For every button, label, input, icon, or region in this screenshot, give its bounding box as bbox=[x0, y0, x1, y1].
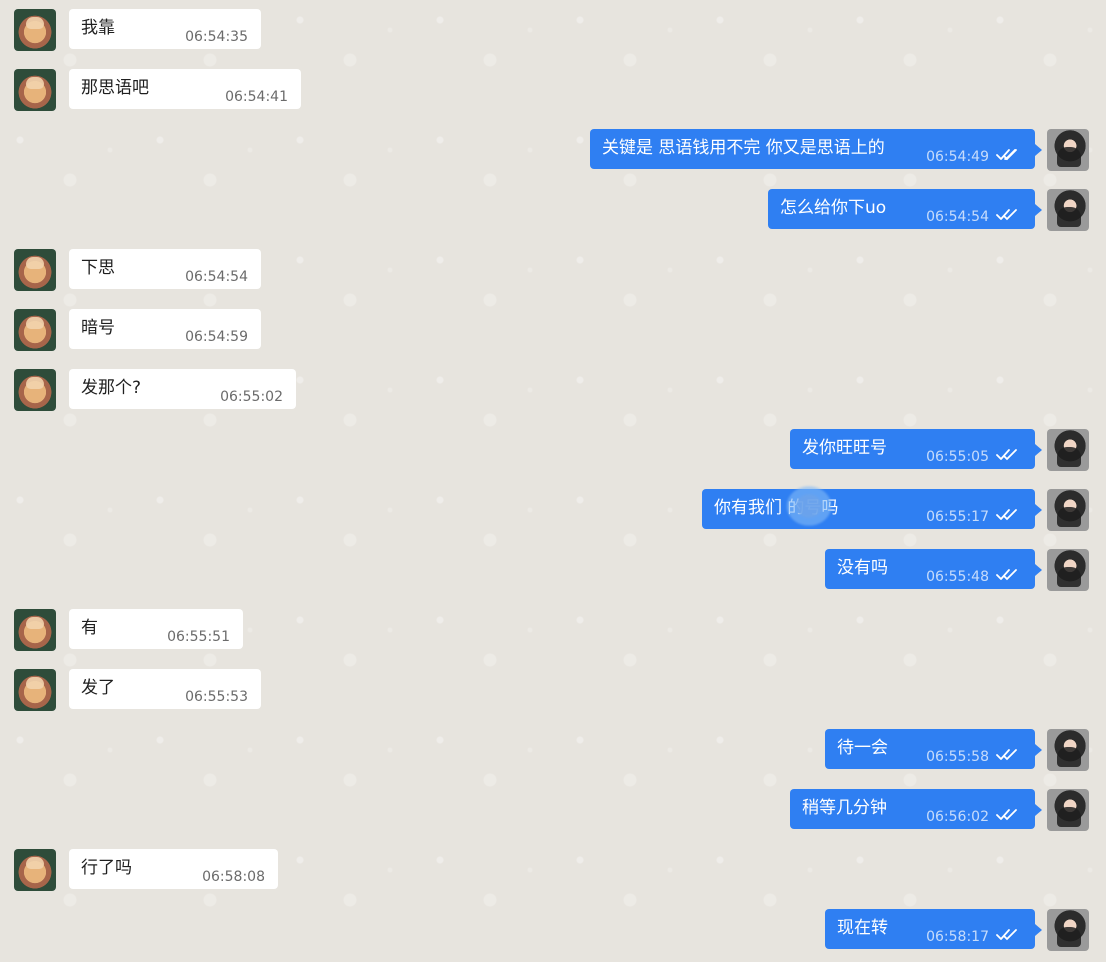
message-bubble-incoming[interactable]: 下思 06:54:54 bbox=[69, 249, 261, 289]
message-bubble-outgoing[interactable]: 怎么给你下uo 06:54:54 bbox=[768, 189, 1042, 229]
message-bubble-incoming[interactable]: 发了 06:55:53 bbox=[69, 669, 261, 709]
corgi-avatar[interactable] bbox=[14, 669, 56, 711]
message-timestamp: 06:55:51 bbox=[167, 629, 230, 645]
message-text: 我靠 bbox=[81, 18, 115, 38]
message-text: 现在转 bbox=[837, 918, 888, 938]
message-text: 发了 bbox=[81, 678, 115, 698]
message-row-incoming: 发了 06:55:53 bbox=[0, 669, 1106, 711]
message-row-incoming: 暗号 06:54:59 bbox=[0, 309, 1106, 351]
message-bubble-incoming[interactable]: 我靠 06:54:35 bbox=[69, 9, 261, 49]
woman-avatar[interactable] bbox=[1047, 429, 1089, 471]
message-row-outgoing: 没有吗 06:55:48 bbox=[0, 549, 1106, 591]
message-text: 暗号 bbox=[81, 318, 115, 338]
corgi-avatar[interactable] bbox=[14, 309, 56, 351]
message-timestamp: 06:55:58 bbox=[926, 749, 989, 765]
message-bubble-outgoing[interactable]: 关键是 思语钱用不完 你又是思语上的 06:54:49 bbox=[590, 129, 1042, 169]
message-bubble-outgoing[interactable]: 发你旺旺号 06:55:05 bbox=[790, 429, 1042, 469]
woman-avatar[interactable] bbox=[1047, 729, 1089, 771]
corgi-avatar[interactable] bbox=[14, 9, 56, 51]
message-row-outgoing: 待一会 06:55:58 bbox=[0, 729, 1106, 771]
message-timestamp: 06:54:54 bbox=[926, 209, 989, 225]
message-bubble-outgoing[interactable]: 你有我们 的号吗 06:55:17 bbox=[702, 483, 1042, 529]
message-text: 有 bbox=[81, 618, 98, 638]
message-row-incoming: 有 06:55:51 bbox=[0, 609, 1106, 651]
woman-avatar[interactable] bbox=[1047, 489, 1089, 531]
message-timestamp: 06:58:17 bbox=[926, 929, 989, 945]
message-text: 那思语吧 bbox=[81, 78, 149, 98]
corgi-avatar[interactable] bbox=[14, 69, 56, 111]
corgi-avatar[interactable] bbox=[14, 609, 56, 651]
message-bubble-incoming[interactable]: 有 06:55:51 bbox=[69, 609, 243, 649]
message-text: 没有吗 bbox=[837, 558, 888, 578]
message-text: 行了吗 bbox=[81, 858, 132, 878]
message-text: 下思 bbox=[81, 258, 115, 278]
message-row-incoming: 下思 06:54:54 bbox=[0, 249, 1106, 291]
message-text: 发你旺旺号 bbox=[802, 438, 887, 458]
message-timestamp: 06:54:41 bbox=[225, 89, 288, 105]
double-check-icon bbox=[996, 749, 1017, 761]
message-row-incoming: 发那个? 06:55:02 bbox=[0, 369, 1106, 411]
message-text: 发那个? bbox=[81, 378, 142, 398]
message-bubble-incoming[interactable]: 行了吗 06:58:08 bbox=[69, 849, 278, 889]
message-row-outgoing: 你有我们 的号吗 06:55:17 bbox=[0, 483, 1106, 531]
message-timestamp: 06:55:48 bbox=[926, 569, 989, 585]
message-text: 怎么给你下uo bbox=[780, 198, 887, 218]
message-timestamp: 06:54:54 bbox=[185, 269, 248, 285]
double-check-icon bbox=[996, 449, 1017, 461]
double-check-icon bbox=[996, 569, 1017, 581]
corgi-avatar[interactable] bbox=[14, 369, 56, 411]
message-bubble-outgoing[interactable]: 稍等几分钟 06:56:02 bbox=[790, 789, 1042, 829]
message-row-incoming: 那思语吧 06:54:41 bbox=[0, 69, 1106, 111]
double-check-icon bbox=[996, 209, 1017, 221]
chat-message-list[interactable]: 我靠 06:54:35 那思语吧 06:54:41 关键是 思语钱用不完 你又是… bbox=[0, 0, 1106, 962]
message-timestamp: 06:55:02 bbox=[220, 389, 283, 405]
double-check-icon bbox=[996, 809, 1017, 821]
message-text: 关键是 思语钱用不完 你又是思语上的 bbox=[602, 138, 885, 158]
double-check-icon bbox=[996, 149, 1017, 161]
woman-avatar[interactable] bbox=[1047, 909, 1089, 951]
corgi-avatar[interactable] bbox=[14, 249, 56, 291]
message-timestamp: 06:54:35 bbox=[185, 29, 248, 45]
message-timestamp: 06:54:49 bbox=[926, 149, 989, 165]
woman-avatar[interactable] bbox=[1047, 189, 1089, 231]
message-row-outgoing: 稍等几分钟 06:56:02 bbox=[0, 789, 1106, 831]
message-timestamp: 06:55:05 bbox=[926, 449, 989, 465]
message-row-outgoing: 发你旺旺号 06:55:05 bbox=[0, 429, 1106, 471]
message-bubble-incoming[interactable]: 那思语吧 06:54:41 bbox=[69, 69, 301, 109]
message-timestamp: 06:55:17 bbox=[926, 509, 989, 525]
message-timestamp: 06:58:08 bbox=[202, 869, 265, 885]
corgi-avatar[interactable] bbox=[14, 849, 56, 891]
message-row-outgoing: 怎么给你下uo 06:54:54 bbox=[0, 189, 1106, 231]
message-timestamp: 06:56:02 bbox=[926, 809, 989, 825]
message-text: 稍等几分钟 bbox=[802, 798, 887, 818]
message-bubble-incoming[interactable]: 暗号 06:54:59 bbox=[69, 309, 261, 349]
message-timestamp: 06:55:53 bbox=[185, 689, 248, 705]
message-text: 待一会 bbox=[837, 738, 888, 758]
message-row-outgoing: 现在转 06:58:17 bbox=[0, 909, 1106, 951]
message-row-incoming: 行了吗 06:58:08 bbox=[0, 849, 1106, 891]
redaction-blur bbox=[783, 483, 835, 529]
double-check-icon bbox=[996, 929, 1017, 941]
message-bubble-outgoing[interactable]: 现在转 06:58:17 bbox=[825, 909, 1042, 949]
double-check-icon bbox=[996, 509, 1017, 521]
message-bubble-outgoing[interactable]: 没有吗 06:55:48 bbox=[825, 549, 1042, 589]
message-row-outgoing: 关键是 思语钱用不完 你又是思语上的 06:54:49 bbox=[0, 129, 1106, 171]
message-bubble-outgoing[interactable]: 待一会 06:55:58 bbox=[825, 729, 1042, 769]
woman-avatar[interactable] bbox=[1047, 789, 1089, 831]
message-bubble-incoming[interactable]: 发那个? 06:55:02 bbox=[69, 369, 296, 409]
woman-avatar[interactable] bbox=[1047, 549, 1089, 591]
message-row-incoming: 我靠 06:54:35 bbox=[0, 9, 1106, 51]
message-timestamp: 06:54:59 bbox=[185, 329, 248, 345]
woman-avatar[interactable] bbox=[1047, 129, 1089, 171]
